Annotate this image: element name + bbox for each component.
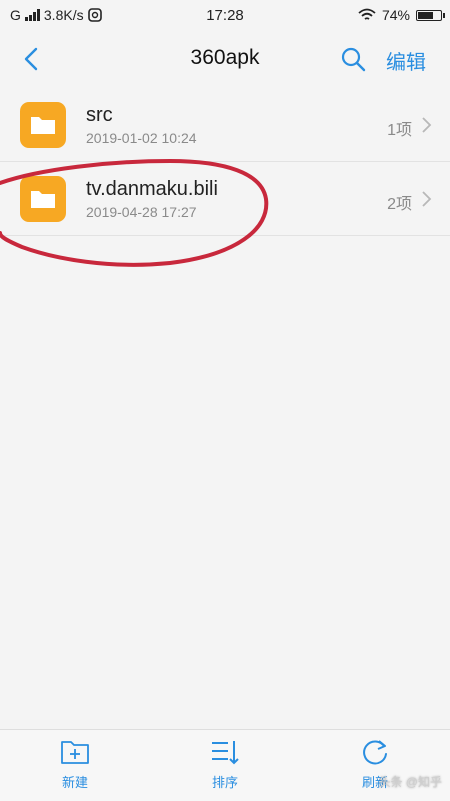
page-title: 360apk bbox=[190, 46, 260, 69]
new-button[interactable]: 新建 bbox=[35, 738, 115, 791]
chevron-right-icon bbox=[422, 117, 432, 133]
new-label: 新建 bbox=[61, 775, 88, 790]
folder-icon bbox=[20, 176, 66, 222]
status-bar: G 3.8K/s 17:28 74% bbox=[0, 0, 450, 32]
file-date: 2019-04-28 17:27 bbox=[86, 204, 197, 220]
item-count: 2项 bbox=[387, 196, 412, 213]
file-date: 2019-01-02 10:24 bbox=[86, 130, 197, 146]
battery-percent: 74% bbox=[381, 7, 410, 23]
list-item[interactable]: tv.danmaku.bili 2019-04-28 17:27 2项 bbox=[0, 162, 450, 236]
edit-button[interactable]: 编辑 bbox=[386, 46, 426, 75]
sort-label: 排序 bbox=[211, 775, 238, 790]
header: 360apk 编辑 bbox=[0, 32, 450, 88]
file-list: src 2019-01-02 10:24 1项 tv.danmaku.bili … bbox=[0, 88, 450, 236]
item-count: 1项 bbox=[387, 122, 412, 139]
refresh-icon bbox=[363, 740, 387, 765]
file-name: tv.danmaku.bili bbox=[86, 178, 218, 200]
search-icon[interactable] bbox=[338, 44, 368, 74]
new-folder-icon bbox=[61, 741, 89, 764]
sort-button[interactable]: 排序 bbox=[185, 738, 265, 791]
wifi-icon bbox=[358, 8, 376, 20]
folder-icon bbox=[20, 102, 66, 148]
file-name: src bbox=[86, 104, 113, 126]
battery-icon bbox=[416, 9, 445, 21]
status-right: 74% bbox=[358, 7, 445, 23]
sort-icon bbox=[212, 741, 239, 765]
list-item[interactable]: src 2019-01-02 10:24 1项 bbox=[0, 88, 450, 162]
bottom-toolbar: 新建 排序 刷新 头条 @知乎 bbox=[0, 729, 450, 801]
watermark: 头条 @知乎 bbox=[378, 775, 442, 789]
chevron-right-icon bbox=[422, 191, 432, 207]
